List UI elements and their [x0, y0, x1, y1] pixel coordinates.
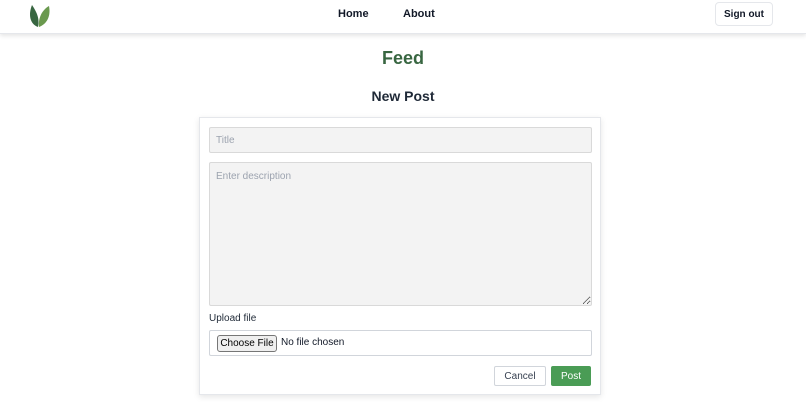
- nav-link-about[interactable]: About: [403, 8, 435, 20]
- upload-file-label: Upload file: [209, 313, 257, 324]
- title-input[interactable]: [209, 127, 592, 153]
- leaf-icon[interactable]: [27, 2, 51, 28]
- file-status-text: No file chosen: [281, 337, 345, 348]
- sign-out-button[interactable]: Sign out: [715, 2, 773, 26]
- section-title: New Post: [371, 88, 435, 104]
- choose-file-button[interactable]: Choose File: [217, 335, 277, 352]
- top-navbar: Home About Sign out: [0, 0, 806, 34]
- description-input[interactable]: [209, 162, 592, 306]
- post-button[interactable]: Post: [551, 366, 591, 386]
- page-title: Feed: [381, 48, 424, 68]
- cancel-button[interactable]: Cancel: [494, 366, 546, 386]
- file-upload-field[interactable]: Choose File No file chosen: [209, 330, 592, 356]
- nav-link-home[interactable]: Home: [338, 8, 369, 20]
- new-post-card: Upload file Choose File No file chosen C…: [199, 117, 601, 395]
